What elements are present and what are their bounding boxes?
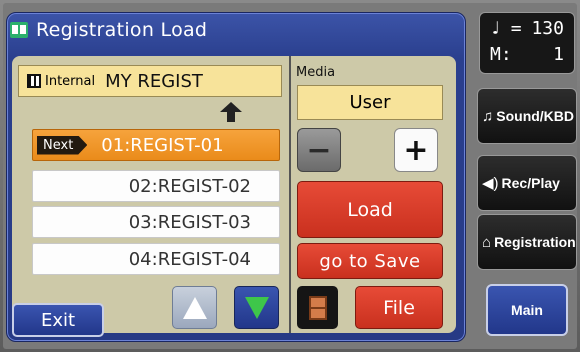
list-item[interactable]: 03:REGIST-03 [32,206,280,238]
tempo-eq: = [510,18,522,39]
measure-value: 1 [553,44,564,65]
screen: Registration Load Internal MY REGIST Nex… [0,0,580,352]
media-label: Media [296,65,336,80]
main-button[interactable]: Main [486,284,568,336]
scroll-up-button[interactable] [172,286,217,329]
internal-bank-display[interactable]: Internal MY REGIST [18,65,282,97]
rec-play-label: Rec/Play [501,175,560,191]
plus-button[interactable]: + [394,128,438,172]
load-button[interactable]: Load [297,181,443,238]
sound-kbd-label: Sound/KBD [496,108,575,124]
drawer-button[interactable] [297,286,338,329]
registration-button[interactable]: ⌂ Registration [477,214,577,270]
rec-play-button[interactable]: ◀) Rec/Play [477,155,577,211]
measure-row: M: 1 [490,42,564,68]
list-item-selected[interactable]: Next 01:REGIST-01 [32,129,280,161]
page-title: Registration Load [36,19,208,41]
file-button[interactable]: File [355,286,443,329]
list-item-label: 01:REGIST-01 [101,134,224,156]
next-tag: Next [37,135,88,155]
internal-name: MY REGIST [105,70,203,92]
drawer-icon [308,295,327,320]
list-item[interactable]: 02:REGIST-02 [32,170,280,202]
quarter-note-icon: ♩ [490,18,501,39]
note-icon: ♫ [482,107,494,125]
scroll-down-button[interactable] [234,286,279,329]
minus-button[interactable]: − [297,128,341,172]
book-icon [10,22,28,38]
up-arrow-icon [220,102,242,122]
measure-label: M: [490,44,512,65]
list-item-label: 03:REGIST-03 [128,211,251,233]
tempo-row: ♩ = 130 [490,16,564,42]
keyboard-icon [27,74,41,88]
list-item[interactable]: 04:REGIST-04 [32,243,280,275]
title-bar: Registration Load [10,16,430,44]
registration-label: Registration [494,234,576,250]
sound-kbd-button[interactable]: ♫ Sound/KBD [477,88,577,144]
internal-label: Internal [45,73,96,89]
tempo-display: ♩ = 130 M: 1 [479,12,575,74]
media-value: User [349,92,391,113]
speaker-icon: ◀) [482,175,499,192]
go-to-save-button[interactable]: go to Save [297,243,443,279]
tempo-value: 130 [531,18,564,39]
list-item-label: 02:REGIST-02 [128,175,251,197]
registration-icon: ⌂ [482,233,492,251]
exit-button[interactable]: Exit [12,303,104,337]
media-value-display: User [297,85,443,120]
triangle-up-icon [183,297,207,319]
list-item-label: 04:REGIST-04 [128,248,251,270]
divider [289,56,291,333]
triangle-down-icon [245,297,269,319]
